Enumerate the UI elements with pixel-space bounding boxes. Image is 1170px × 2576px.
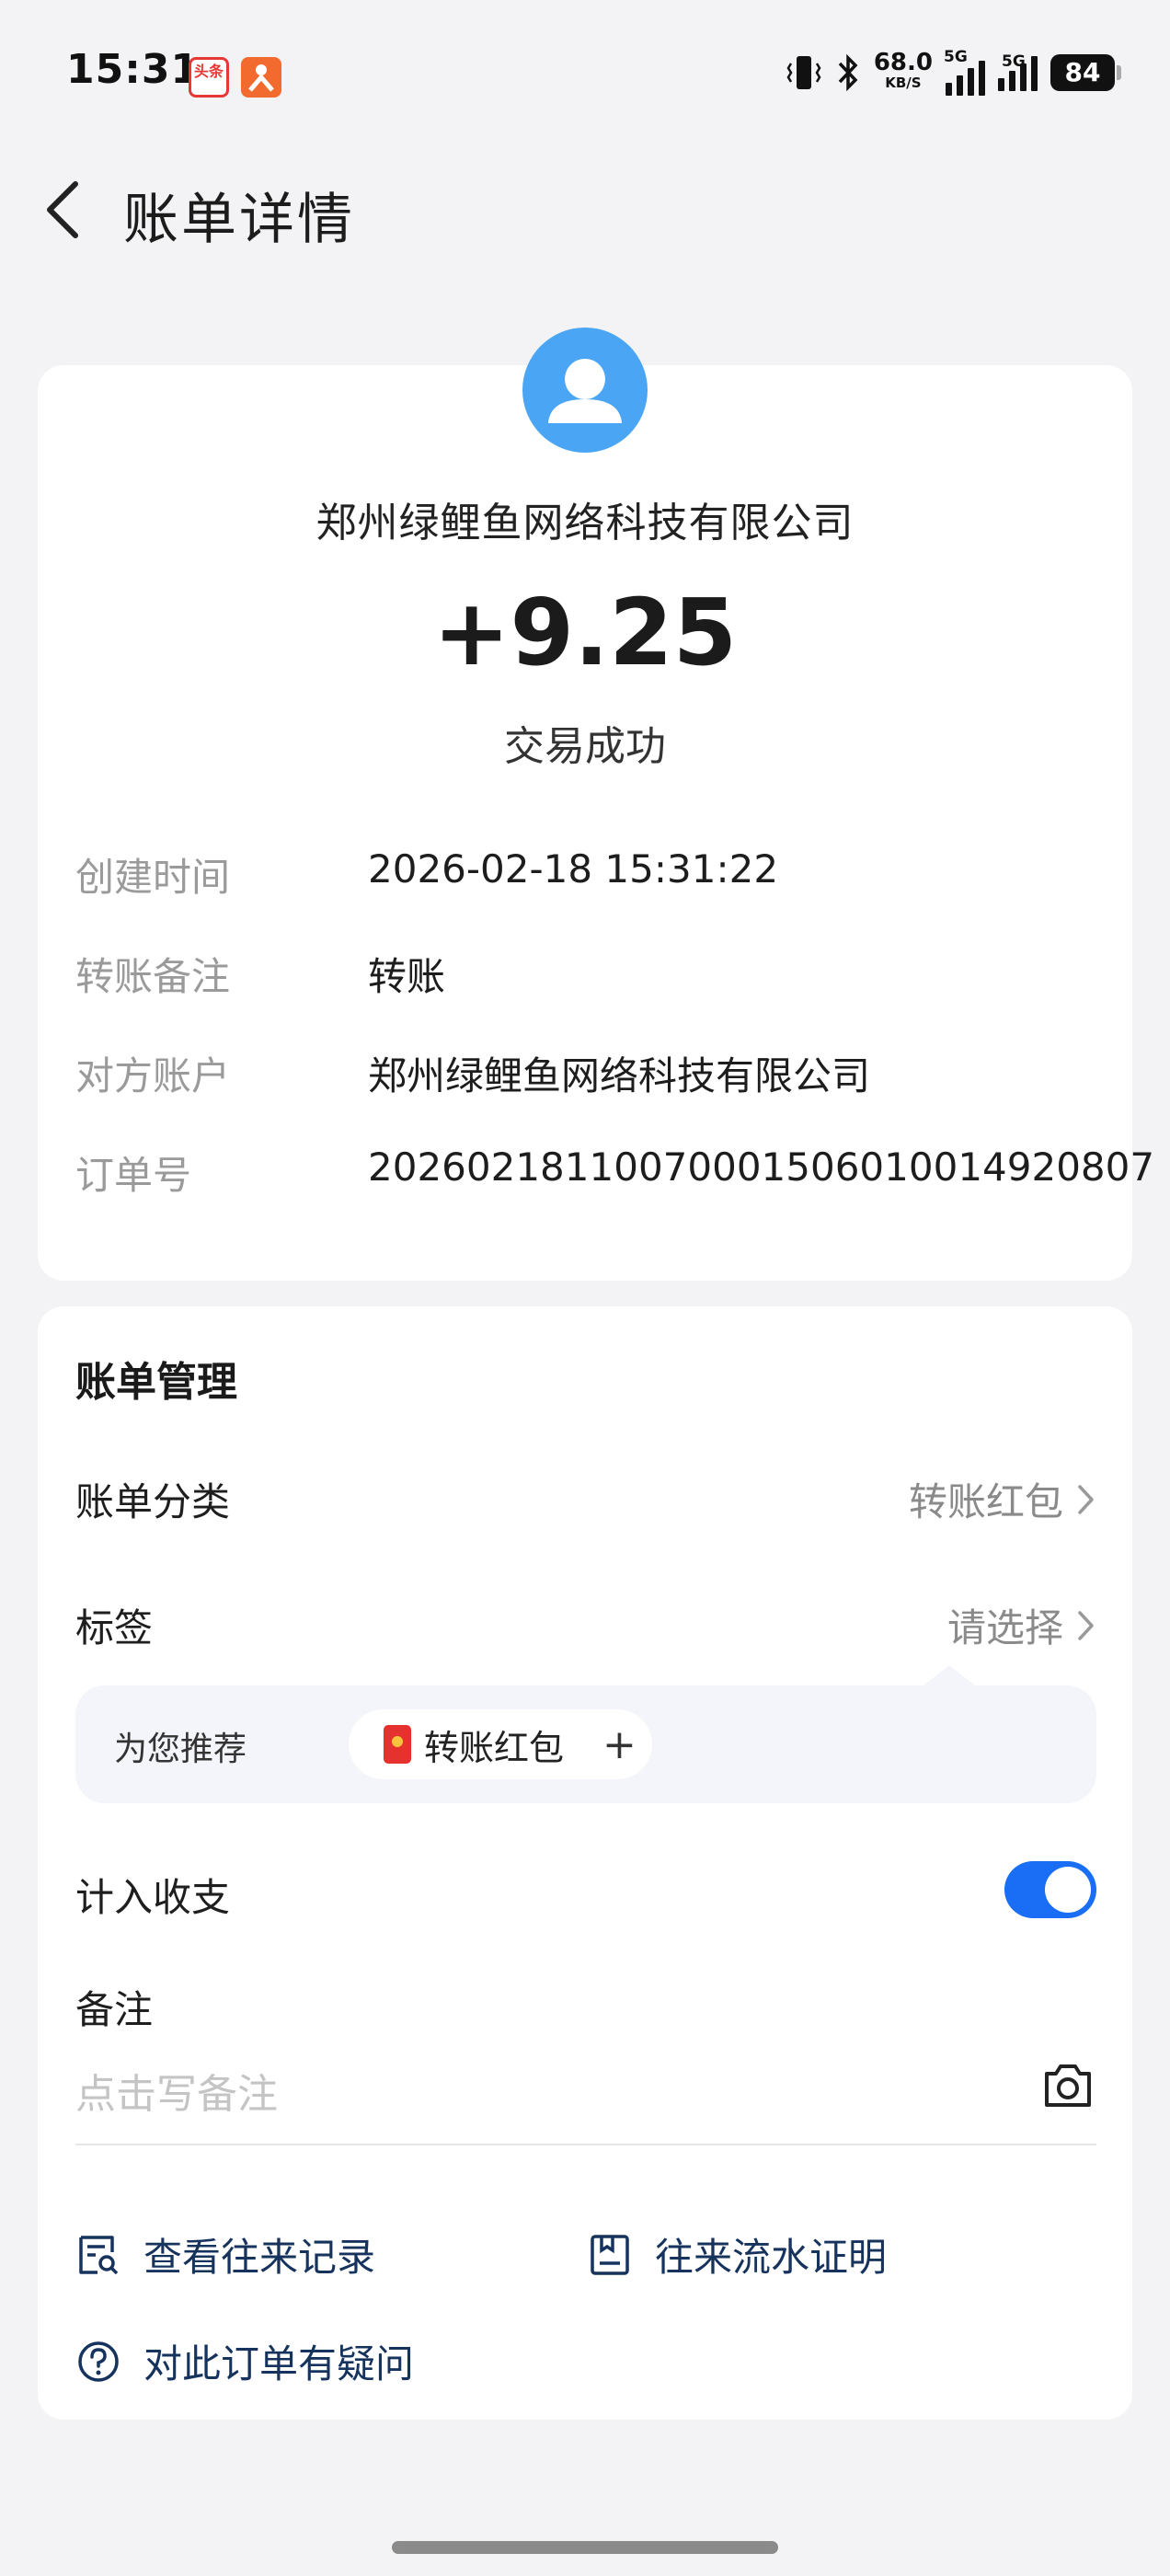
detail-value: 转账 [368,954,446,999]
bill-management-card: 账单管理 账单分类 转账红包 标签 请选择 为您推荐 转账红包 + 计入收支 备… [38,1306,1132,2420]
statement-proof-link[interactable]: 往来流水证明 [587,2226,887,2283]
battery-icon: 84 [1050,54,1121,91]
user-icon [548,359,622,423]
recommended-tag-chip[interactable]: 转账红包 + [349,1709,652,1779]
document-icon [591,2234,629,2275]
include-in-budget-toggle[interactable] [1004,1861,1096,1918]
toutiao-app-icon: 头条 [189,57,229,98]
bluetooth-icon [838,53,858,92]
bill-category-value: 转账红包 [908,1479,1063,1524]
signal-1-icon: 5G [944,48,985,96]
detail-row-transfer-note: 转账备注 转账 [75,946,1115,1001]
note-row: 备注 [75,1979,1096,2043]
tag-value: 请选择 [946,1605,1063,1650]
note-divider [75,2144,1096,2145]
chevron-left-icon [47,181,78,238]
view-history-label: 查看往来记录 [143,2235,376,2280]
records-search-icon [79,2235,119,2274]
chevron-right-icon [1078,1610,1094,1640]
status-time: 15:31 [66,46,201,93]
statement-proof-label: 往来流水证明 [655,2235,888,2280]
detail-row-created-time: 创建时间 2026-02-18 15:31:22 [75,846,1115,902]
home-indicator[interactable] [392,2541,778,2554]
detail-row-order-number: 订单号 20260218110070001506010014920807 [75,1144,1154,1200]
transaction-summary-card: 郑州绿鲤鱼网络科技有限公司 +9.25 交易成功 创建时间 2026-02-18… [38,328,1154,1281]
detail-label: 订单号 [75,1153,192,1198]
transaction-amount: +9.25 [432,579,738,686]
detail-label: 转账备注 [75,954,231,999]
page-title: 账单详情 [123,188,355,252]
recommendation-pointer [923,1665,975,1685]
status-icons: 68.0 KB/S 5G 5G 84 [786,48,1121,96]
signal-2-icon: 5G [998,52,1038,91]
detail-value: 2026-02-18 15:31:22 [368,846,779,891]
back-button[interactable] [37,177,92,241]
chevron-right-icon [1078,1484,1094,1514]
merchant-avatar [522,328,648,453]
recommend-label: 为您推荐 [114,1731,247,1768]
tag-label: 标签 [75,1605,154,1650]
detail-label: 创建时间 [75,855,231,900]
detail-label: 对方账户 [75,1053,231,1098]
order-question-label: 对此订单有疑问 [143,2341,415,2386]
page-header: 账单详情 [0,156,1170,258]
plus-icon: + [602,1720,637,1768]
network-speed: 68.0 KB/S [873,49,933,91]
section-title: 账单管理 [75,1359,237,1406]
detail-row-counterparty: 对方账户 郑州绿鲤鱼网络科技有限公司 [75,1045,1115,1100]
bill-category-row[interactable]: 账单分类 转账红包 [75,1471,1096,1535]
note-label: 备注 [75,1987,154,2032]
question-circle-icon [78,2340,119,2382]
view-history-link[interactable]: 查看往来记录 [75,2226,375,2283]
vibrate-icon [786,56,821,89]
red-envelope-icon [384,1725,411,1764]
recommended-tag-label: 转账红包 [424,1727,565,1768]
notification-app-icon [241,57,281,98]
note-input[interactable]: 点击写备注 [75,2061,278,2120]
toggle-knob [1045,1867,1091,1913]
include-in-budget-row: 计入收支 [75,1861,1096,1931]
merchant-name: 郑州绿鲤鱼网络科技有限公司 [315,500,855,546]
detail-value: 郑州绿鲤鱼网络科技有限公司 [368,1053,871,1098]
tag-row[interactable]: 标签 请选择 [75,1597,1096,1662]
tag-recommendation-box: 为您推荐 转账红包 + [75,1665,1096,1803]
status-bar: 15:31 头条 68.0 KB/S 5G 5G 84 [0,0,1170,147]
detail-value[interactable]: 20260218110070001506010014920807 [368,1144,1154,1190]
include-in-budget-label: 计入收支 [75,1875,231,1920]
camera-icon[interactable] [1041,2059,1095,2110]
transaction-status: 交易成功 [504,723,666,770]
bill-category-label: 账单分类 [75,1479,231,1524]
order-question-link[interactable]: 对此订单有疑问 [75,2333,414,2389]
